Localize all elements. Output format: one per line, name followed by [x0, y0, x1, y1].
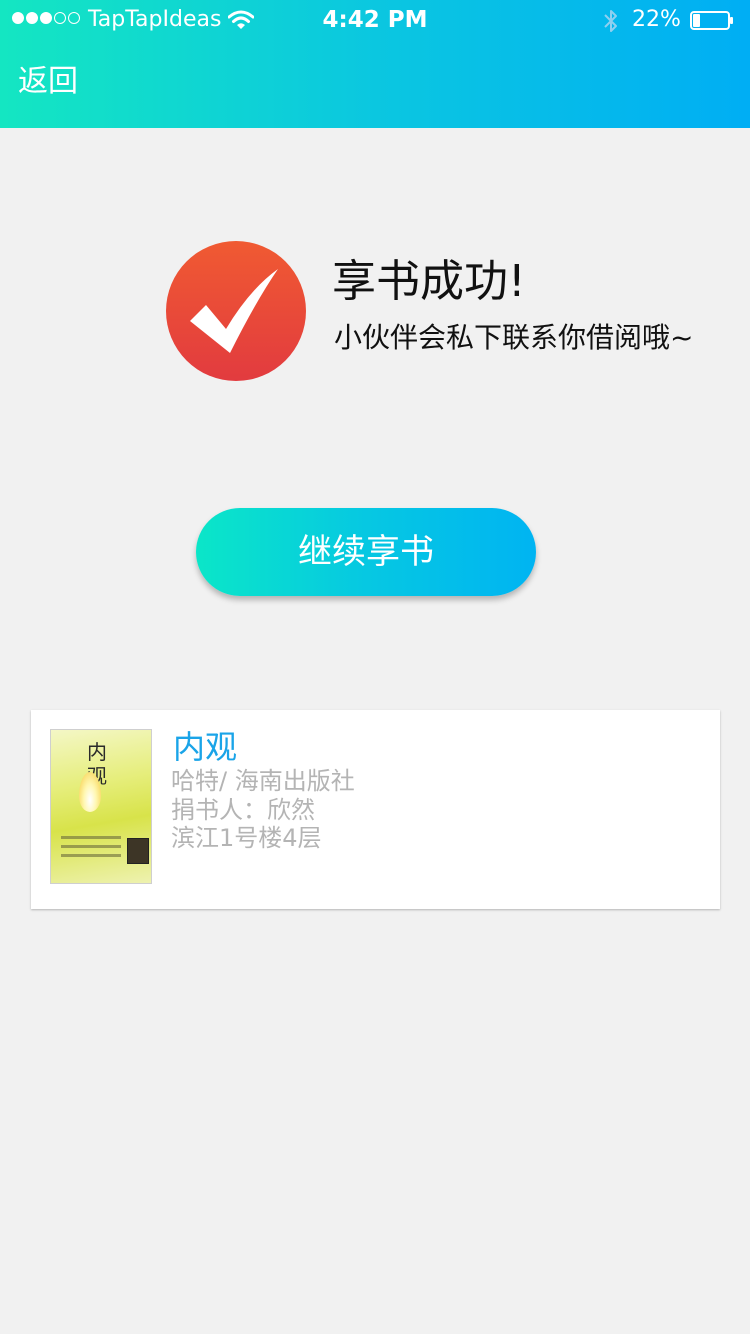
success-check-icon — [166, 241, 306, 381]
book-card[interactable]: 内观 内观 哈特/ 海南出版社 捐书人：欣然 滨江1号楼4层 — [31, 710, 720, 909]
cover-text-lines — [61, 836, 121, 876]
battery-icon — [690, 11, 733, 30]
success-subtitle: 小伙伴会私下联系你借阅哦~ — [334, 321, 694, 354]
success-title: 享书成功! — [332, 256, 526, 307]
cover-line — [61, 854, 121, 857]
book-title: 内观 — [173, 728, 238, 766]
header: TapTapIdeas 4:42 PM 22% 返回 — [0, 0, 750, 128]
candle-flame-icon — [79, 772, 101, 812]
book-location: 滨江1号楼4层 — [171, 824, 322, 852]
bluetooth-icon — [604, 10, 617, 32]
book-author-publisher: 哈特/ 海南出版社 — [171, 767, 355, 795]
continue-sharing-button[interactable]: 继续享书 — [196, 508, 536, 596]
book-donor: 捐书人：欣然 — [171, 796, 315, 824]
battery-fill — [693, 14, 700, 27]
status-bar: TapTapIdeas 4:42 PM 22% — [0, 0, 750, 40]
back-button[interactable]: 返回 — [18, 62, 78, 102]
cover-line — [61, 845, 121, 848]
book-cover: 内观 — [50, 729, 152, 884]
cover-line — [61, 836, 121, 839]
author-photo — [127, 838, 149, 864]
battery-percent: 22% — [632, 7, 681, 32]
